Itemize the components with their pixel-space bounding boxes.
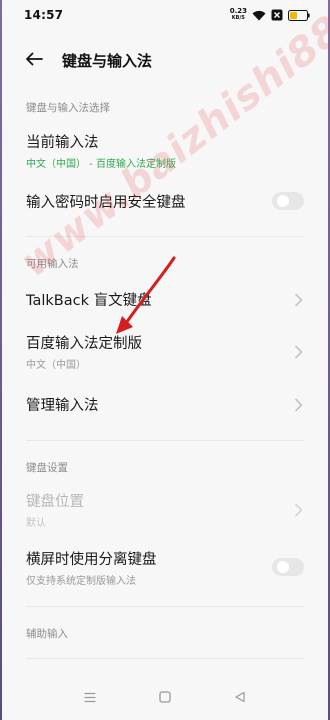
home-icon (159, 688, 171, 707)
network-speed-unit: KB/S (231, 15, 245, 21)
header: 键盘与输入法 (2, 44, 328, 76)
manage-ime-title: 管理输入法 (26, 397, 99, 414)
divider (26, 236, 304, 237)
current-ime-text: 当前输入法 中文（中国） - 百度输入法定制版 (26, 131, 176, 170)
menu-icon (84, 688, 96, 707)
network-speed-value: 0.23 (229, 7, 247, 15)
divider (26, 440, 304, 441)
back-nav-button[interactable] (228, 685, 252, 709)
settings-screen: 14:57 0.23 KB/S 键盘与输入法 键盘与输入法选择 当前输入法 中文… (2, 0, 330, 720)
section-header-keyboard-settings: 键盘设置 (26, 462, 68, 474)
split-keyboard-text: 横屏时使用分离键盘 仅支持系统定制版输入法 (26, 548, 157, 587)
baidu-ime-row[interactable]: 百度输入法定制版 中文（中国） (2, 330, 328, 372)
wifi-icon (252, 10, 266, 21)
divider (26, 658, 304, 659)
keyboard-position-subtitle: 默认 (26, 517, 46, 529)
status-bar: 14:57 0.23 KB/S (2, 0, 328, 30)
secure-keyboard-toggle[interactable] (272, 192, 304, 210)
keyboard-position-title: 键盘位置 (26, 493, 84, 510)
network-speed: 0.23 KB/S (230, 8, 247, 22)
section-header-assist: 辅助输入 (26, 628, 68, 640)
chevron-right-icon (294, 344, 304, 359)
split-keyboard-row[interactable]: 横屏时使用分离键盘 仅支持系统定制版输入法 (2, 546, 328, 588)
talkback-row[interactable]: TalkBack 盲文键盘 (2, 284, 328, 314)
toggle-knob (277, 195, 289, 207)
secure-keyboard-title: 输入密码时启用安全键盘 (26, 194, 186, 211)
keyboard-position-text: 键盘位置 默认 (26, 490, 84, 529)
split-keyboard-subtitle: 仅支持系统定制版输入法 (26, 575, 136, 587)
divider (26, 606, 304, 607)
manage-ime-row[interactable]: 管理输入法 (2, 389, 328, 419)
split-keyboard-toggle[interactable] (272, 558, 304, 576)
split-keyboard-title: 横屏时使用分离键盘 (26, 551, 157, 568)
current-ime-row[interactable]: 当前输入法 中文（中国） - 百度输入法定制版 (2, 128, 328, 172)
current-ime-subtitle: 中文（中国） - 百度输入法定制版 (26, 158, 176, 170)
chevron-right-icon (294, 397, 304, 412)
status-icons: 0.23 KB/S (230, 8, 310, 22)
secure-keyboard-row[interactable]: 输入密码时启用安全键盘 (2, 184, 328, 218)
home-button[interactable] (153, 685, 177, 709)
baidu-ime-title: 百度输入法定制版 (26, 335, 142, 352)
back-arrow-icon (25, 51, 43, 70)
section-header-available: 可用输入法 (26, 258, 79, 270)
menu-button[interactable] (78, 685, 102, 709)
battery-icon (288, 9, 310, 21)
keyboard-position-row: 键盘位置 默认 (2, 488, 328, 530)
baidu-ime-text: 百度输入法定制版 中文（中国） (26, 332, 142, 371)
current-ime-title: 当前输入法 (26, 134, 99, 151)
toggle-knob (277, 561, 289, 573)
navigation-bar (2, 674, 328, 720)
back-triangle-icon (234, 688, 246, 707)
status-time: 14:57 (24, 8, 64, 22)
sim-error-icon (271, 9, 283, 21)
page-title: 键盘与输入法 (62, 51, 153, 70)
section-header-keyboard-select: 键盘与输入法选择 (26, 102, 110, 114)
chevron-right-icon (294, 502, 304, 517)
back-button[interactable] (16, 44, 52, 76)
baidu-ime-subtitle: 中文（中国） (26, 359, 86, 371)
talkback-title: TalkBack 盲文键盘 (26, 292, 152, 309)
chevron-right-icon (294, 292, 304, 307)
